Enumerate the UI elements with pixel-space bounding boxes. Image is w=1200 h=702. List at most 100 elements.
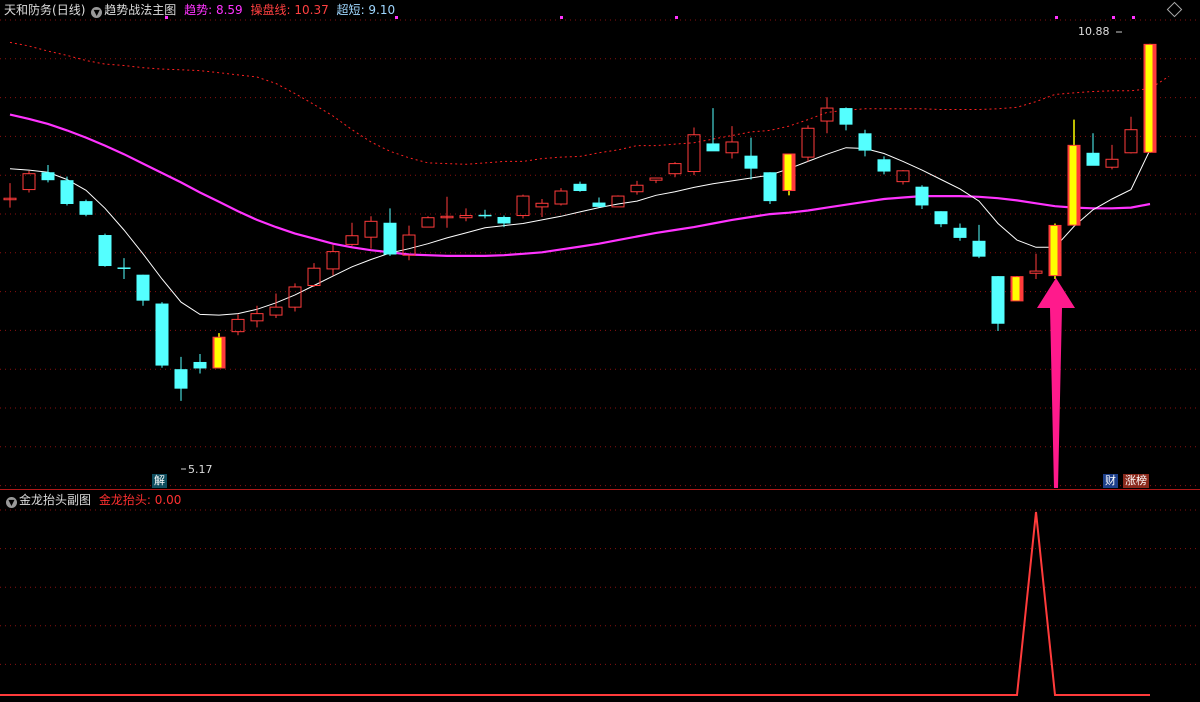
candle-body xyxy=(668,163,682,175)
candle-body xyxy=(421,217,435,228)
trader-label: 操盘线 xyxy=(250,3,287,17)
low-marker-badge[interactable]: 解 xyxy=(152,474,167,488)
low-price-label: 5.17 xyxy=(188,463,213,476)
candle xyxy=(896,170,910,185)
candle-body xyxy=(630,184,644,193)
period: (日线) xyxy=(52,3,86,17)
candle xyxy=(440,196,454,228)
candle-body xyxy=(820,107,834,122)
candle xyxy=(1124,116,1138,154)
candle-body xyxy=(231,318,245,333)
candle-body xyxy=(98,235,112,267)
candle-body xyxy=(383,222,397,255)
candle-body xyxy=(991,276,1005,324)
short-label: 超短 xyxy=(336,3,361,17)
candle xyxy=(782,153,796,196)
candle xyxy=(79,199,93,217)
candle xyxy=(345,222,359,246)
candle-body xyxy=(364,220,378,238)
candle-body xyxy=(839,108,853,125)
candle xyxy=(744,137,758,180)
candle-body xyxy=(1086,152,1100,166)
marker-dot xyxy=(560,16,563,19)
signal-fill xyxy=(784,154,792,191)
candle-body xyxy=(972,240,986,257)
marker-dot xyxy=(395,16,398,19)
candle xyxy=(516,194,530,219)
candle-body xyxy=(41,172,55,181)
candle xyxy=(801,125,815,162)
candle-body xyxy=(136,274,150,301)
candle xyxy=(364,216,378,249)
candle xyxy=(402,225,416,261)
candle-body xyxy=(155,303,169,366)
collapse-icon[interactable]: ▼ xyxy=(6,497,17,508)
candle-body xyxy=(744,155,758,169)
candle-body xyxy=(478,214,492,217)
candle-body xyxy=(250,313,264,322)
candle xyxy=(60,176,74,206)
candle-body xyxy=(915,186,929,206)
stock-name: 天和防务 xyxy=(4,3,53,17)
candle xyxy=(1048,223,1062,280)
candle xyxy=(630,180,644,195)
candle-body xyxy=(535,202,549,208)
limit-up-badge[interactable]: 涨榜 xyxy=(1123,474,1149,488)
candle-body xyxy=(60,180,74,204)
sub-indicator-name: 金龙抬头副图 xyxy=(19,493,92,507)
signal-line xyxy=(0,511,1150,696)
candle-body xyxy=(896,170,910,183)
candle-body xyxy=(174,369,188,389)
chart-canvas xyxy=(0,16,1200,696)
candle xyxy=(288,283,302,312)
candle xyxy=(1010,276,1024,302)
marker-dot xyxy=(1055,16,1058,19)
signal-label: 金龙抬头 xyxy=(98,493,147,507)
candle xyxy=(174,356,188,401)
candle xyxy=(934,211,948,228)
candle xyxy=(269,293,283,318)
candle xyxy=(1143,43,1157,153)
candle-body xyxy=(1124,129,1138,154)
marker-dot xyxy=(1112,16,1115,19)
signal-value-num: 0.00 xyxy=(154,493,182,507)
finance-badge[interactable]: 财 xyxy=(1103,474,1118,488)
candle-body xyxy=(706,143,720,152)
collapse-icon[interactable]: ▼ xyxy=(91,7,103,18)
candle xyxy=(136,274,150,306)
candle xyxy=(858,129,872,157)
candle-body xyxy=(953,227,967,238)
candle xyxy=(763,172,777,204)
candle-body xyxy=(516,195,530,217)
candle xyxy=(820,97,834,134)
candle-body xyxy=(79,201,93,215)
candle-body xyxy=(801,127,815,158)
candle-body xyxy=(1105,158,1119,168)
sub-grid xyxy=(0,509,1200,665)
candle xyxy=(383,208,397,256)
candle xyxy=(1105,144,1119,170)
candle-body xyxy=(326,251,340,270)
candle-body xyxy=(554,190,568,205)
signal-fill xyxy=(1145,44,1153,152)
candle-body xyxy=(402,234,416,256)
candle-body xyxy=(117,267,131,269)
trend-label: 趋势 xyxy=(184,3,209,17)
candle-body xyxy=(592,202,606,207)
candle xyxy=(212,333,226,369)
candle xyxy=(687,127,701,176)
candle-body xyxy=(725,141,739,154)
candle-body xyxy=(22,173,36,191)
candle xyxy=(535,198,549,217)
high-price-label: 10.88 xyxy=(1078,25,1110,38)
candle xyxy=(649,177,663,184)
main-header: 天和防务(日线) ▼ 趋势战法主图 趋势: 8.59 操盘线: 10.37 超短:… xyxy=(4,1,395,19)
sub-header: ▼ 金龙抬头副图 金龙抬头: 0.00 xyxy=(4,492,181,508)
trader-value: : 10.37 xyxy=(286,3,329,17)
candle-body xyxy=(459,215,473,219)
signal-fill xyxy=(1069,145,1077,225)
candle xyxy=(459,208,473,222)
candle xyxy=(117,258,131,280)
candle xyxy=(915,185,929,210)
candle xyxy=(3,183,17,208)
